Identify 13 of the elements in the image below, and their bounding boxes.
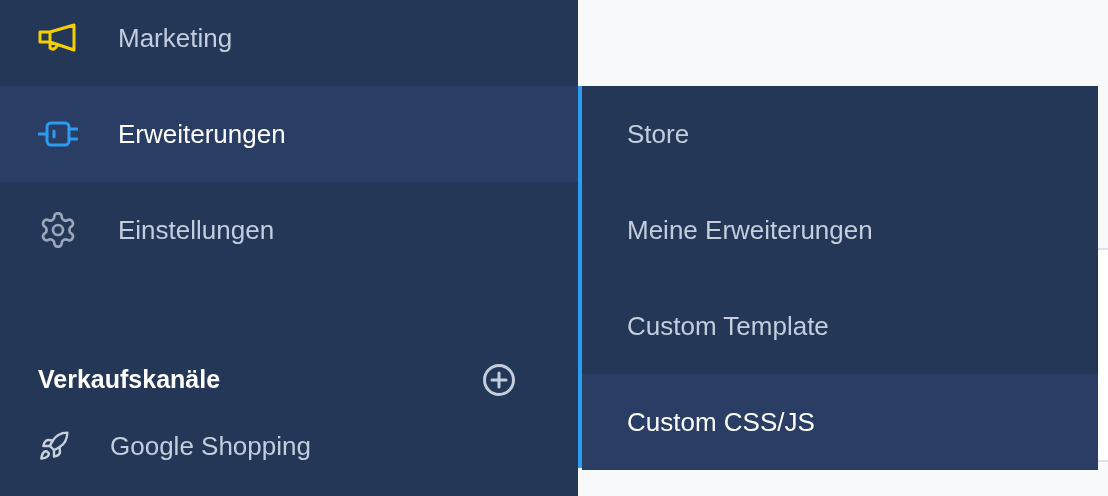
megaphone-icon [38,22,78,54]
sidebar-item[interactable]: Marketing [0,0,578,86]
submenu-item[interactable]: Store [582,86,1098,182]
add-icon[interactable] [482,363,516,397]
submenu-item[interactable]: Meine Erweiterungen [582,182,1098,278]
submenu-item[interactable]: Custom CSS/JS [582,374,1098,470]
submenu-item[interactable]: Custom Template [582,278,1098,374]
section-heading: Verkaufskanäle [38,364,221,396]
rocket-icon [38,430,70,462]
sidebar-item[interactable]: Erweiterungen [0,86,578,182]
sidebar-item[interactable]: Google Shopping [0,424,578,468]
plug-icon [38,120,78,148]
sidebar-item[interactable]: Einstellungen [0,182,578,278]
